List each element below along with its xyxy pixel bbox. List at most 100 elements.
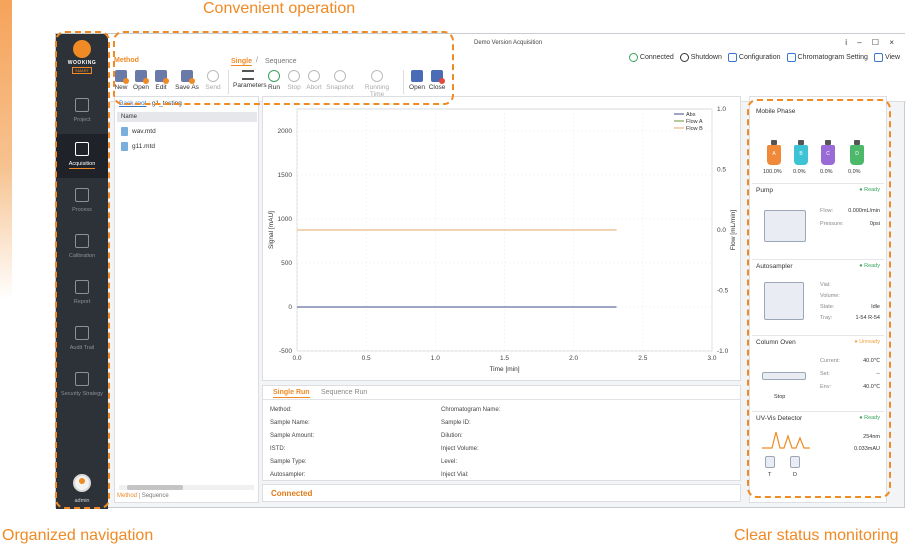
field-sample-amount: Sample Amount: [270, 433, 315, 439]
list-item[interactable]: g11.mtd [121, 140, 155, 152]
edit-button[interactable]: Edit [152, 70, 170, 91]
toolbar-divider [228, 70, 229, 94]
oven-current-label: Current: [820, 358, 840, 364]
uv-spectrum-icon [762, 431, 810, 449]
stop-button[interactable]: Stop [285, 70, 303, 91]
save-as-flask-icon [181, 70, 195, 84]
lamp-t-icon [765, 456, 775, 468]
running-time-button[interactable]: Running Time [357, 70, 397, 98]
x-tick-label: 1.5 [500, 355, 509, 362]
tab-single-run[interactable]: Single Run [273, 389, 310, 398]
autosampler-tray-value: 1-54 R-54 [855, 315, 880, 321]
view-icon [873, 53, 883, 62]
x-tick-label: 3.0 [707, 355, 716, 362]
chromatogram-setting-button[interactable]: Chromatogram Setting [786, 53, 868, 62]
run-button[interactable]: Run [265, 70, 283, 91]
current-folder: g1_testing [151, 100, 182, 107]
project-icon [75, 98, 89, 112]
tab-method[interactable]: Method [114, 57, 139, 64]
bottle-label: D [855, 151, 859, 157]
open-chromatogram-button[interactable]: Open [408, 70, 426, 91]
bottle-label: A [772, 151, 776, 157]
file-name: g11.mtd [132, 142, 156, 150]
window-controls[interactable]: i – ☐ × [845, 38, 898, 47]
sliders-icon [242, 70, 254, 80]
parameters-button[interactable]: Parameters [233, 70, 267, 89]
status-badge: ● Ready [859, 415, 880, 421]
solvent-percent-a: 100.0% [763, 169, 782, 175]
back-root-link[interactable]: Back root [119, 100, 146, 107]
pump-flow-value: 0.000mL/min [848, 208, 880, 214]
instrument-status-panel: Mobile Phase A B C D 100.0% 0.0% 0.0% 0.… [749, 96, 887, 503]
status-badge: ● Ready [859, 263, 880, 269]
chromatogram-chart-panel: 0.0 0.5 1.0 1.5 2.0 2.5 3.0 2000 1500 1000 500 0 -50… [262, 96, 741, 381]
sidebar-item-label: Report [73, 299, 91, 305]
method-file-panel: Back root : g1_testing Name wav.mtd g11.… [114, 96, 259, 503]
shutdown-button[interactable]: Shutdown [679, 53, 722, 62]
chromatogram-icon [786, 53, 796, 62]
status-badge: ● Unready [854, 339, 880, 345]
abort-button[interactable]: Abort [305, 70, 323, 91]
sidebar-item-label: Project [73, 117, 91, 123]
oven-set-value: -- [876, 371, 880, 377]
tab-single[interactable]: Single [231, 58, 253, 66]
clock-icon [371, 70, 383, 82]
horizontal-scrollbar[interactable] [119, 485, 254, 490]
brand-name: WOOKING [67, 60, 97, 66]
solvent-percent-c: 0.0% [820, 169, 833, 175]
list-item[interactable]: wav.mtd [121, 125, 156, 137]
sidebar-item-process[interactable]: Process [56, 180, 108, 224]
section-title: Mobile Phase [756, 108, 796, 115]
sidebar-item-label: Security Strategy [61, 391, 103, 397]
sidebar-item-calibration[interactable]: Calibration [56, 226, 108, 270]
send-button[interactable]: Send [204, 70, 222, 91]
open-button[interactable]: Open [132, 70, 150, 91]
tab-method-files[interactable]: Method [117, 493, 137, 499]
configuration-button[interactable]: Configuration [727, 53, 781, 62]
connected-button[interactable]: Connected [628, 53, 674, 62]
sidebar-item-audit-trail[interactable]: Audit Trail [56, 318, 108, 362]
sidebar-item-security-strategy[interactable]: Security Strategy [56, 364, 108, 408]
audit-icon [75, 326, 89, 340]
snapshot-button[interactable]: Snapshot [325, 70, 355, 91]
section-title: Column Oven [756, 339, 796, 346]
tab-sequence[interactable]: Sequence [265, 58, 297, 65]
abort-icon [308, 70, 320, 82]
lamp-d-icon [790, 456, 800, 468]
chromatogram-setting-label: Chromatogram Setting [797, 54, 868, 61]
y2-axis-label: Flow [mL/min] [730, 210, 737, 251]
new-flask-icon [115, 70, 129, 84]
uv-wavelength: 254nm [863, 434, 880, 440]
new-button[interactable]: New [112, 70, 130, 91]
avatar[interactable] [73, 474, 91, 492]
run-tabs: Single Run Sequence Run [263, 386, 740, 400]
sidebar-item-report[interactable]: Report [56, 272, 108, 316]
edit-flask-icon [155, 70, 169, 84]
sidebar-item-project[interactable]: Project [56, 90, 108, 134]
open-chart-icon [411, 70, 423, 82]
solvent-bottle-b: B [794, 140, 808, 165]
scrollbar-thumb[interactable] [127, 485, 183, 490]
y-tick-label: 1000 [278, 216, 293, 223]
autosampler-tray-label: Tray: [820, 315, 833, 321]
brand-logo: WOOKING SMART [63, 40, 101, 80]
chromatogram-chart[interactable]: 0.0 0.5 1.0 1.5 2.0 2.5 3.0 2000 1500 1000 500 0 -50… [263, 97, 742, 382]
oven-set-label: Set: [820, 371, 830, 377]
lamp-d-label: D [793, 472, 797, 478]
tab-sequence-run[interactable]: Sequence Run [321, 389, 367, 396]
status-text: Ready [864, 415, 880, 421]
save-as-button[interactable]: Save As [172, 70, 202, 91]
sidebar-item-acquisition[interactable]: Acquisition [56, 134, 108, 178]
file-list-header[interactable]: Name [117, 112, 257, 122]
logo-icon [73, 40, 91, 58]
bottle-label: C [826, 151, 830, 157]
close-chromatogram-button[interactable]: Close [428, 70, 446, 91]
tab-sequence-files[interactable]: Sequence [138, 493, 169, 499]
y-tick-label: 0 [288, 304, 292, 311]
view-button[interactable]: View [873, 53, 900, 62]
power-icon [679, 53, 689, 62]
process-icon [75, 188, 89, 202]
pump-diagram [764, 210, 806, 242]
field-istd: ISTD: [270, 446, 286, 452]
oven-current-value: 40.0℃ [863, 358, 880, 364]
